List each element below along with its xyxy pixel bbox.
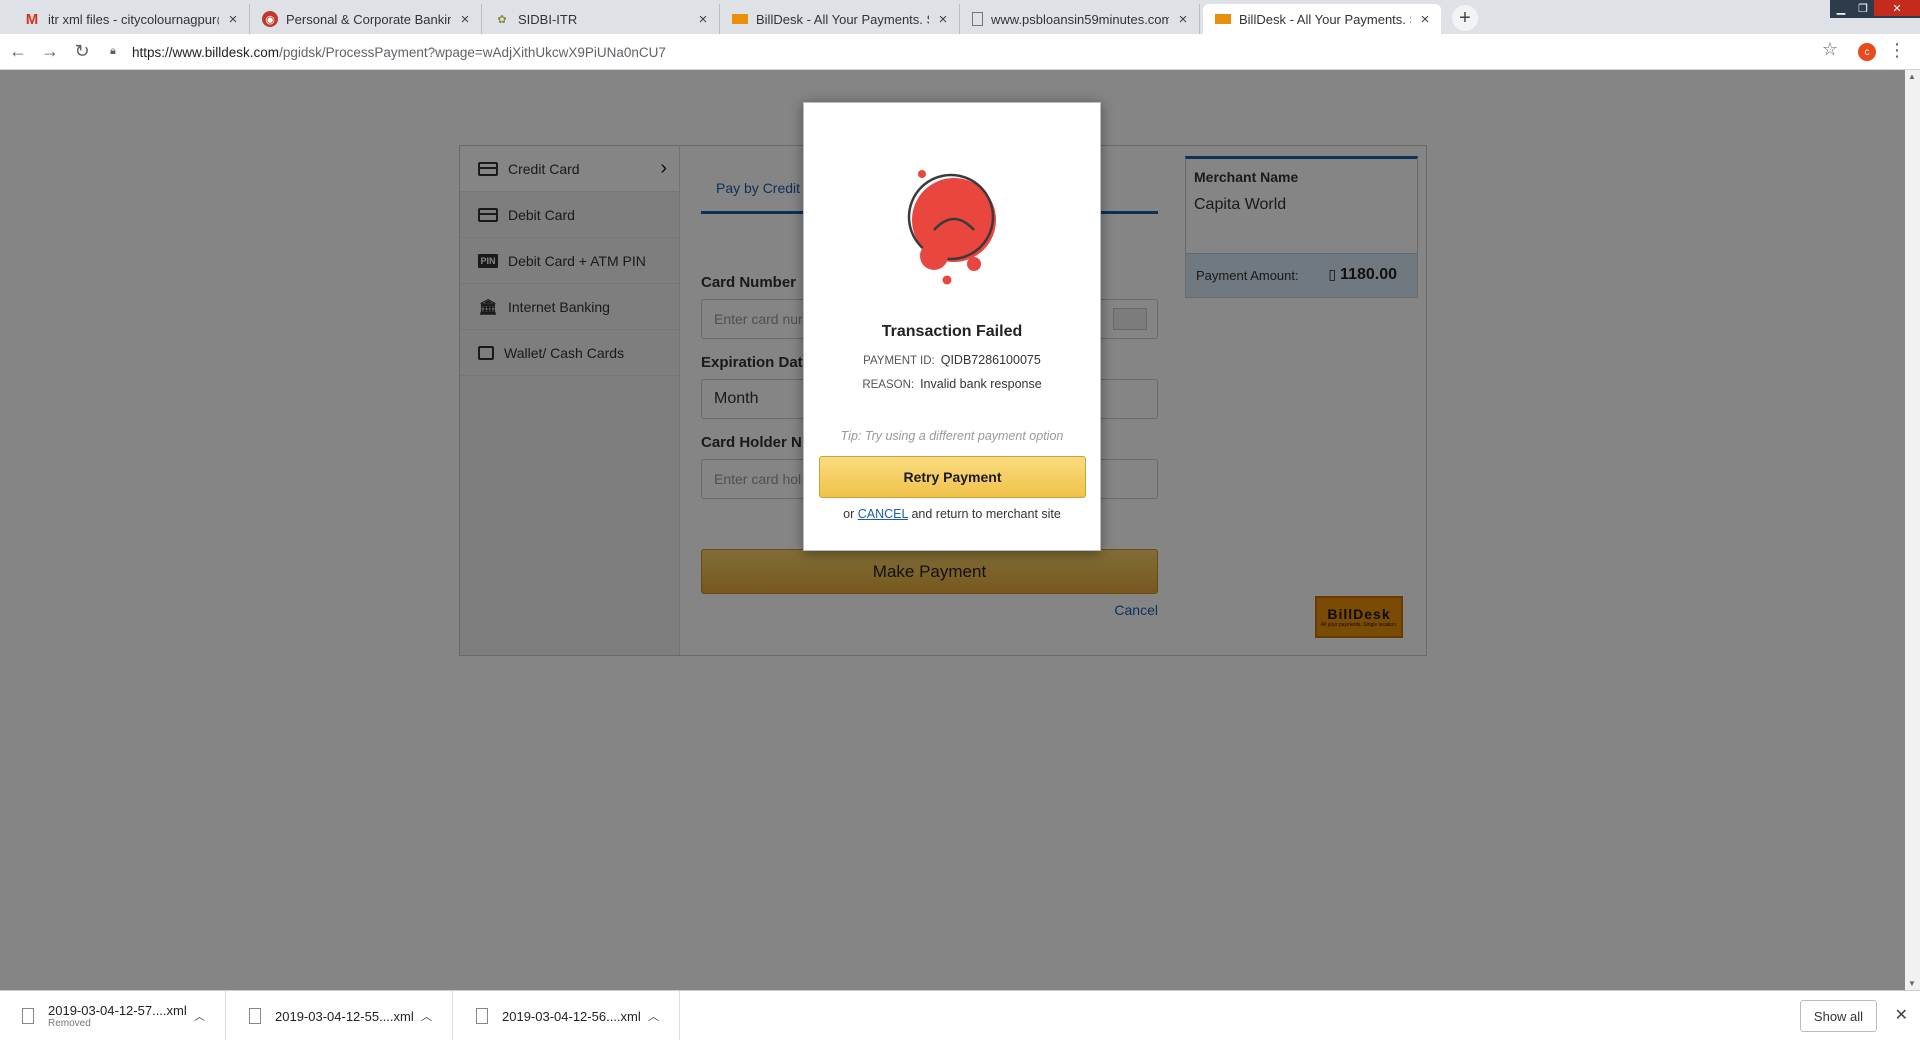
browser-tab-active[interactable]: BillDesk - All Your Payments. Sin × (1203, 4, 1441, 34)
url-host: https://www.billdesk.com (132, 44, 280, 60)
billdesk-icon (732, 14, 748, 24)
file-icon (476, 1008, 488, 1024)
chevron-up-icon[interactable]: ︿ (421, 1008, 432, 1024)
restore-icon[interactable]: ❐ (1852, 0, 1874, 16)
profile-avatar[interactable]: c (1858, 43, 1876, 61)
forward-icon[interactable]: → (36, 38, 64, 66)
tab-title: itr xml files - citycolournagpur@ (48, 11, 219, 27)
bank-icon: ◉ (262, 11, 278, 27)
download-item[interactable]: 2019-03-04-12-57....xml Removed ︿ (0, 991, 226, 1040)
footer-rest: and return to merchant site (911, 507, 1061, 521)
download-status: Removed (48, 1018, 91, 1029)
file-icon (22, 1008, 34, 1024)
url-path: /pgidsk/ProcessPayment?wpage=wAdjXithUkc… (279, 44, 666, 60)
payment-id-row: PAYMENT ID: QIDB7286100075 (804, 353, 1100, 367)
page-scrollbar[interactable]: ▲ ▼ (1905, 70, 1920, 990)
retry-payment-button[interactable]: Retry Payment (819, 456, 1086, 498)
scroll-up-icon[interactable]: ▲ (1908, 72, 1916, 81)
tab-title: BillDesk - All Your Payments. Sin (756, 11, 929, 27)
browser-toolbar: ← → ↻ 🔒︎ https://www.billdesk.com/pgidsk… (0, 34, 1920, 70)
bookmark-star-icon[interactable]: ☆ (1822, 39, 1838, 60)
close-tab-icon[interactable]: × (457, 11, 473, 28)
billdesk-icon (1215, 14, 1231, 24)
reason-value: Invalid bank response (920, 377, 1042, 391)
dialog-footer: or CANCEL and return to merchant site (804, 507, 1100, 521)
download-filename: 2019-03-04-12-57....xml (48, 1003, 187, 1018)
gmail-icon: M (25, 10, 39, 28)
browser-tab[interactable]: ✿ SIDBI-ITR × (482, 4, 720, 34)
footer-or: or (843, 507, 855, 521)
close-tab-icon[interactable]: × (225, 11, 241, 28)
close-tab-icon[interactable]: × (1175, 11, 1191, 28)
payment-id-value: QIDB7286100075 (940, 353, 1041, 367)
reason-label: REASON: (862, 379, 915, 391)
page-viewport: Credit Card › Debit Card PIN Debit Card … (0, 70, 1920, 990)
show-all-button[interactable]: Show all (1800, 1000, 1877, 1032)
download-info: 2019-03-04-12-57....xml Removed (48, 1003, 187, 1029)
reason-row: REASON: Invalid bank response (804, 377, 1100, 391)
lock-icon: 🔒︎ (110, 45, 116, 57)
tab-title: www.psbloansin59minutes.com (991, 11, 1169, 27)
window-close-icon[interactable]: ✕ (1874, 0, 1920, 16)
reload-icon[interactable]: ↻ (68, 38, 96, 66)
browser-tab[interactable]: M itr xml files - citycolournagpur@ × (12, 4, 250, 34)
download-filename: 2019-03-04-12-55....xml (275, 1008, 414, 1024)
payment-id-label: PAYMENT ID: (863, 355, 935, 367)
tab-strip: M itr xml files - citycolournagpur@ × ◉ … (0, 0, 1920, 34)
minimize-icon[interactable]: ▁ (1830, 0, 1852, 16)
page-icon (972, 12, 983, 26)
download-filename: 2019-03-04-12-56....xml (502, 1008, 641, 1024)
back-icon[interactable]: ← (4, 38, 32, 66)
dialog-title: Transaction Failed (881, 323, 1023, 340)
chevron-up-icon[interactable]: ︿ (194, 1008, 205, 1024)
close-tab-icon[interactable]: × (1417, 11, 1433, 28)
browser-tab[interactable]: ◉ Personal & Corporate Banking | × (250, 4, 482, 34)
transaction-failed-dialog: Transaction Failed PAYMENT ID: QIDB728610… (803, 102, 1101, 551)
tab-title: BillDesk - All Your Payments. Sin (1239, 11, 1411, 27)
close-icon[interactable]: ✕ (1895, 1005, 1908, 1025)
sad-face-error-icon (907, 170, 996, 285)
scroll-down-icon[interactable]: ▼ (1908, 979, 1916, 988)
chevron-up-icon[interactable]: ︿ (648, 1008, 659, 1024)
new-tab-button[interactable]: + (1452, 5, 1478, 31)
sidbi-icon: ✿ (497, 13, 507, 26)
tip-text: Tip: Try using a different payment optio… (840, 429, 1064, 443)
browser-tab[interactable]: BillDesk - All Your Payments. Sin × (720, 4, 960, 34)
cancel-return-link[interactable]: CANCEL (858, 507, 908, 521)
download-bar: 2019-03-04-12-57....xml Removed ︿ 2019-03… (0, 990, 1920, 1040)
menu-icon[interactable]: ⋮ (1888, 40, 1906, 61)
address-bar[interactable]: 🔒︎ https://www.billdesk.com/pgidsk/Proce… (110, 38, 1810, 66)
browser-tab[interactable]: www.psbloansin59minutes.com × (960, 4, 1200, 34)
tab-title: SIDBI-ITR (518, 11, 578, 27)
file-icon (249, 1008, 261, 1024)
close-tab-icon[interactable]: × (935, 11, 951, 28)
tab-title: Personal & Corporate Banking | (286, 11, 451, 27)
close-tab-icon[interactable]: × (695, 11, 711, 28)
window-controls: ▁ ❐ ✕ (1830, 0, 1920, 18)
download-item[interactable]: 2019-03-04-12-55....xml ︿ (227, 991, 453, 1040)
download-item[interactable]: 2019-03-04-12-56....xml ︿ (454, 991, 680, 1040)
